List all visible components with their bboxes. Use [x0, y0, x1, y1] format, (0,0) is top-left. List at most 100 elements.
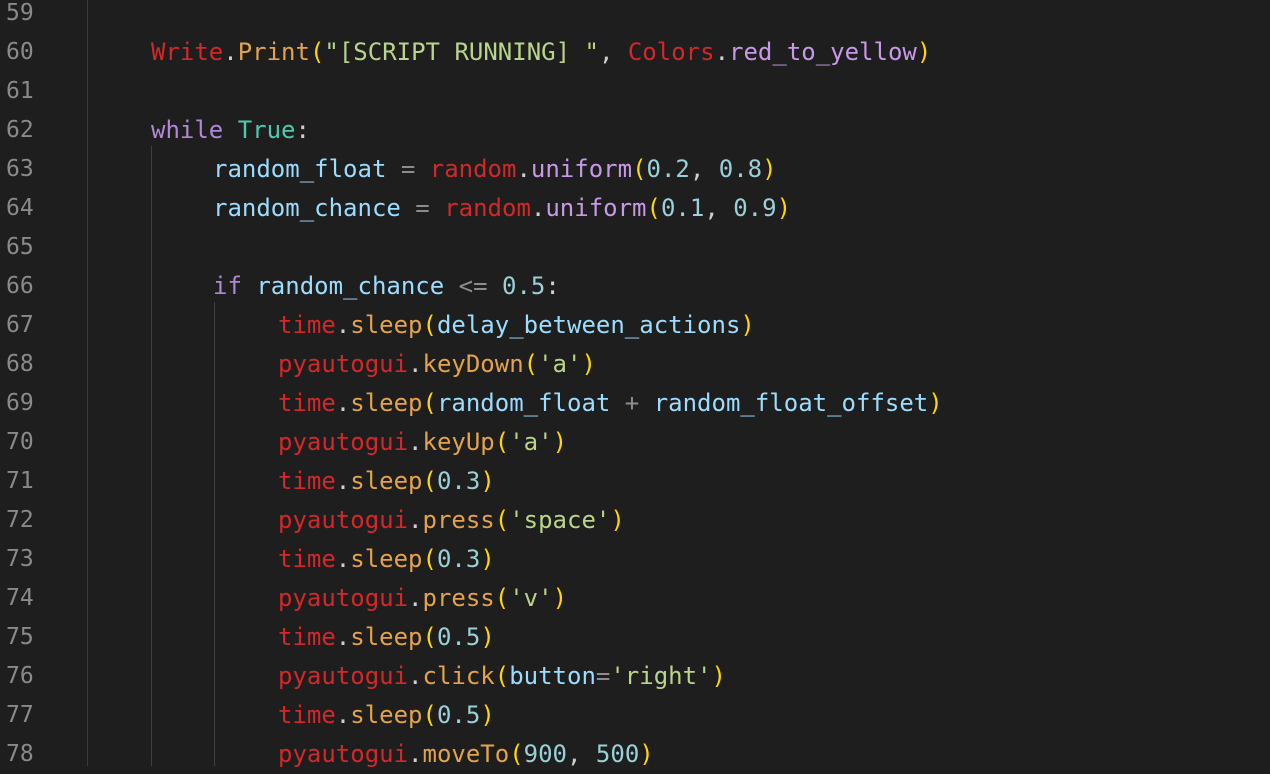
code-token: .: [408, 428, 423, 456]
line-number: 73: [6, 546, 34, 572]
code-line[interactable]: 68 pyautogui.keyDown('a'): [0, 345, 1270, 384]
code-line[interactable]: 71 time.sleep(0.3): [0, 462, 1270, 501]
code-token: 'v': [509, 584, 553, 612]
code-token: .: [408, 506, 423, 534]
code-token: time: [278, 467, 336, 495]
code-token: =: [400, 194, 445, 222]
code-token: time: [278, 623, 336, 651]
code-token: .: [335, 545, 351, 573]
code-line[interactable]: 63 random_float = random.uniform(0.2, 0.8…: [0, 150, 1270, 189]
code-token: .: [335, 311, 351, 339]
code-token: 0.3: [436, 467, 481, 495]
code-line[interactable]: 62 while True:: [0, 111, 1270, 150]
code-text: time.sleep(delay_between_actions): [278, 306, 755, 345]
code-line[interactable]: 64 random_chance = random.uniform(0.1, 0.…: [0, 189, 1270, 228]
code-token: .: [408, 584, 423, 612]
code-token: Print: [237, 38, 310, 66]
code-token: random_float: [213, 155, 387, 183]
code-text: time.sleep(0.5): [278, 618, 495, 657]
code-token: ,: [704, 194, 734, 222]
code-text: Write.Print("[SCRIPT RUNNING] ", Colors.…: [151, 33, 931, 72]
code-token: 'right': [610, 662, 712, 690]
code-text: pyautogui.press('space'): [278, 501, 625, 540]
line-number: 60: [6, 39, 34, 65]
line-number: 75: [6, 624, 34, 650]
code-text: random_chance = random.uniform(0.1, 0.9): [213, 189, 791, 228]
code-token: ): [711, 662, 726, 690]
code-token: press: [422, 506, 495, 534]
code-token: (: [422, 701, 437, 729]
code-token: random: [444, 194, 531, 222]
code-line[interactable]: 74 pyautogui.press('v'): [0, 579, 1270, 618]
code-token: 0.1: [660, 194, 705, 222]
code-token: uniform: [530, 155, 633, 183]
code-token: :: [545, 272, 560, 300]
code-line[interactable]: 78 pyautogui.moveTo(900, 500): [0, 735, 1270, 774]
code-token: delay_between_actions: [436, 311, 741, 339]
code-token: ): [610, 506, 625, 534]
code-token: (: [309, 38, 325, 66]
code-token: ): [552, 428, 568, 456]
code-token: (: [422, 545, 437, 573]
code-token: .: [335, 623, 351, 651]
code-token: pyautogui: [278, 662, 409, 690]
code-token: ): [552, 584, 568, 612]
code-token: .: [516, 155, 531, 183]
code-line[interactable]: 75 time.sleep(0.5): [0, 618, 1270, 657]
line-number: 72: [6, 507, 34, 533]
code-token: ,: [567, 740, 596, 768]
code-token: ): [916, 38, 932, 66]
code-text: time.sleep(0.3): [278, 540, 495, 579]
code-token: .: [714, 38, 730, 66]
code-text: time.sleep(random_float + random_float_o…: [278, 384, 943, 423]
code-line[interactable]: 70 pyautogui.keyUp('a'): [0, 423, 1270, 462]
code-text: pyautogui.moveTo(900, 500): [278, 735, 654, 774]
code-text: random_float = random.uniform(0.2, 0.8): [213, 150, 777, 189]
code-line[interactable]: 61: [0, 72, 1270, 111]
code-line[interactable]: 66 if random_chance <= 0.5:: [0, 267, 1270, 306]
code-token: random: [429, 155, 517, 183]
code-line[interactable]: 72 pyautogui.press('space'): [0, 501, 1270, 540]
line-number: 59: [6, 0, 34, 26]
code-token: .: [530, 194, 546, 222]
code-token: ): [581, 350, 596, 378]
code-token: "[SCRIPT RUNNING] ": [324, 38, 599, 66]
code-token: moveTo: [422, 740, 510, 768]
code-token: uniform: [545, 194, 647, 222]
code-line[interactable]: 59: [0, 0, 1270, 33]
code-token: while: [151, 116, 224, 144]
line-number: 70: [6, 429, 34, 455]
code-line[interactable]: 65: [0, 228, 1270, 267]
code-token: ): [480, 545, 495, 573]
code-token: .: [335, 467, 351, 495]
code-line[interactable]: 73 time.sleep(0.3): [0, 540, 1270, 579]
code-line[interactable]: 77 time.sleep(0.5): [0, 696, 1270, 735]
code-token: sleep: [350, 389, 423, 417]
code-token: 0.5: [436, 623, 481, 651]
code-token: random_chance: [256, 272, 445, 300]
line-number: 69: [6, 390, 34, 416]
code-text: pyautogui.keyDown('a'): [278, 345, 596, 384]
line-number: 66: [6, 273, 34, 299]
code-token: 'a': [538, 350, 582, 378]
code-token: =: [595, 662, 611, 690]
code-line[interactable]: 60 Write.Print("[SCRIPT RUNNING] ", Color…: [0, 33, 1270, 72]
code-line[interactable]: 69 time.sleep(random_float + random_float…: [0, 384, 1270, 423]
line-number: 67: [6, 312, 34, 338]
code-line[interactable]: 76 pyautogui.click(button='right'): [0, 657, 1270, 696]
code-token: (: [422, 467, 437, 495]
code-text: pyautogui.keyUp('a'): [278, 423, 567, 462]
code-editor[interactable]: 59 60 Write.Print("[SCRIPT RUNNING] ", Col…: [0, 0, 1270, 768]
line-number: 71: [6, 468, 34, 494]
code-token: 0.8: [718, 155, 763, 183]
code-token: time: [278, 545, 336, 573]
code-token: 'space': [509, 506, 611, 534]
line-number: 61: [6, 78, 34, 104]
code-token: sleep: [350, 311, 423, 339]
line-number: 77: [6, 702, 34, 728]
line-number: 62: [6, 117, 34, 143]
code-token: red_to_yellow: [729, 38, 917, 66]
code-line[interactable]: 67 time.sleep(delay_between_actions): [0, 306, 1270, 345]
code-token: :: [295, 116, 310, 144]
